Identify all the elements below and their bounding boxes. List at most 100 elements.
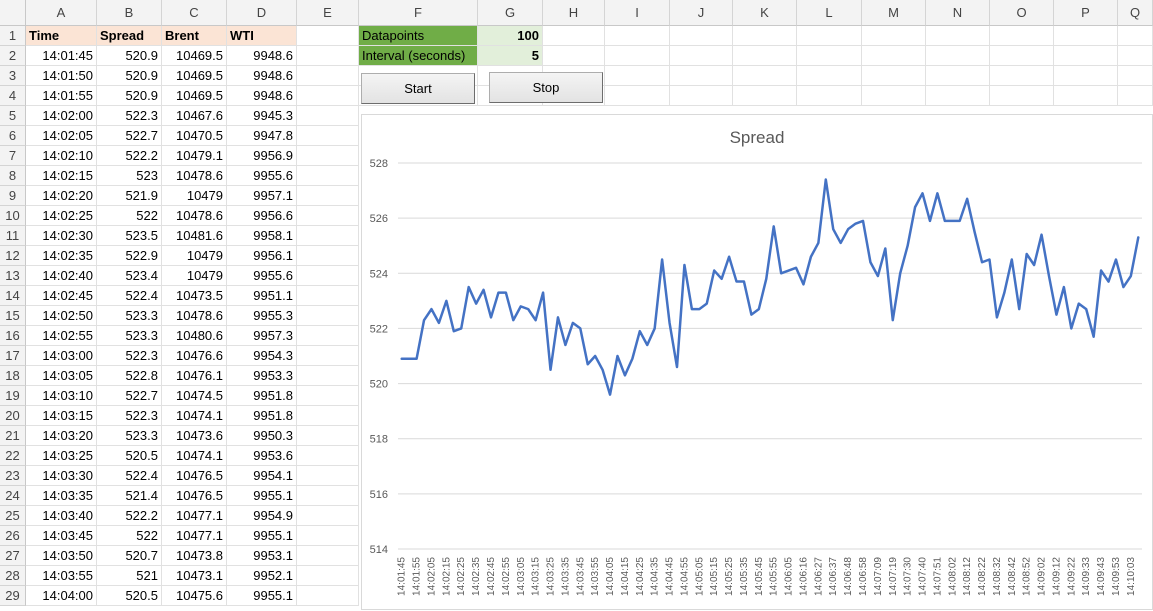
row-header-10[interactable]: 10 [0, 206, 26, 226]
data-cell[interactable]: 523.3 [97, 306, 162, 326]
data-cell[interactable]: 10481.6 [162, 226, 227, 246]
cell-e26[interactable] [297, 526, 359, 546]
row-header-3[interactable]: 3 [0, 66, 26, 86]
cell-e3[interactable] [297, 66, 359, 86]
cell-e18[interactable] [297, 366, 359, 386]
data-cell[interactable]: 521.9 [97, 186, 162, 206]
cell-e23[interactable] [297, 466, 359, 486]
row-header-4[interactable]: 4 [0, 86, 26, 106]
data-cell[interactable]: 14:02:40 [26, 266, 97, 286]
column-header-b[interactable]: B [97, 0, 162, 26]
row-header-5[interactable]: 5 [0, 106, 26, 126]
cell-p3[interactable] [1054, 66, 1118, 86]
data-cell[interactable]: 9956.1 [227, 246, 297, 266]
data-cell[interactable]: 10477.1 [162, 526, 227, 546]
column-header-q[interactable]: Q [1118, 0, 1153, 26]
row-header-28[interactable]: 28 [0, 566, 26, 586]
data-cell[interactable]: 9948.6 [227, 66, 297, 86]
cell-e1[interactable] [297, 26, 359, 46]
cell-q1[interactable] [1118, 26, 1153, 46]
row-header-19[interactable]: 19 [0, 386, 26, 406]
cell-i3[interactable] [605, 66, 670, 86]
data-cell[interactable]: 10475.6 [162, 586, 227, 606]
cell-n3[interactable] [926, 66, 990, 86]
data-cell[interactable]: 10479 [162, 246, 227, 266]
row-header-15[interactable]: 15 [0, 306, 26, 326]
cell-e27[interactable] [297, 546, 359, 566]
data-cell[interactable]: 14:03:45 [26, 526, 97, 546]
data-cell[interactable]: 9954.3 [227, 346, 297, 366]
data-cell[interactable]: 520.7 [97, 546, 162, 566]
data-cell[interactable]: 14:02:50 [26, 306, 97, 326]
data-cell[interactable]: 522.3 [97, 406, 162, 426]
data-cell[interactable]: 9947.8 [227, 126, 297, 146]
column-header-a[interactable]: A [26, 0, 97, 26]
cell-e15[interactable] [297, 306, 359, 326]
data-cell[interactable]: 10469.5 [162, 86, 227, 106]
cell-q2[interactable] [1118, 46, 1153, 66]
data-cell[interactable]: 523.5 [97, 226, 162, 246]
cell-e20[interactable] [297, 406, 359, 426]
cell-l2[interactable] [797, 46, 862, 66]
cell-e25[interactable] [297, 506, 359, 526]
data-cell[interactable]: 10476.5 [162, 466, 227, 486]
param-value-1[interactable]: 5 [478, 46, 543, 66]
data-cell[interactable]: 14:02:15 [26, 166, 97, 186]
cell-m2[interactable] [862, 46, 926, 66]
row-header-25[interactable]: 25 [0, 506, 26, 526]
data-cell[interactable]: 10469.5 [162, 46, 227, 66]
column-header-e[interactable]: E [297, 0, 359, 26]
data-cell[interactable]: 9951.1 [227, 286, 297, 306]
data-cell[interactable]: 520.9 [97, 46, 162, 66]
cell-o4[interactable] [990, 86, 1054, 106]
row-header-14[interactable]: 14 [0, 286, 26, 306]
data-cell[interactable]: 522 [97, 206, 162, 226]
data-cell[interactable]: 522.8 [97, 366, 162, 386]
cell-l4[interactable] [797, 86, 862, 106]
cell-e6[interactable] [297, 126, 359, 146]
data-cell[interactable]: 10474.5 [162, 386, 227, 406]
column-header-f[interactable]: F [359, 0, 478, 26]
row-header-26[interactable]: 26 [0, 526, 26, 546]
data-cell[interactable]: 14:02:20 [26, 186, 97, 206]
data-cell[interactable]: 14:03:15 [26, 406, 97, 426]
data-cell[interactable]: 14:01:50 [26, 66, 97, 86]
data-cell[interactable]: 14:03:50 [26, 546, 97, 566]
cell-e7[interactable] [297, 146, 359, 166]
cell-e29[interactable] [297, 586, 359, 606]
data-cell[interactable]: 14:03:00 [26, 346, 97, 366]
cell-h2[interactable] [543, 46, 605, 66]
data-cell[interactable]: 523.3 [97, 326, 162, 346]
cell-h1[interactable] [543, 26, 605, 46]
data-cell[interactable]: 10477.1 [162, 506, 227, 526]
column-header-k[interactable]: K [733, 0, 797, 26]
param-value-0[interactable]: 100 [478, 26, 543, 46]
start-button[interactable]: Start [361, 73, 475, 104]
row-header-16[interactable]: 16 [0, 326, 26, 346]
data-cell[interactable]: 9955.6 [227, 166, 297, 186]
column-header-o[interactable]: O [990, 0, 1054, 26]
data-cell[interactable]: 522.2 [97, 146, 162, 166]
column-header-h[interactable]: H [543, 0, 605, 26]
cell-e14[interactable] [297, 286, 359, 306]
data-cell[interactable]: 14:01:55 [26, 86, 97, 106]
cell-m4[interactable] [862, 86, 926, 106]
data-cell[interactable]: 14:02:10 [26, 146, 97, 166]
cell-n4[interactable] [926, 86, 990, 106]
data-cell[interactable]: 522.7 [97, 386, 162, 406]
cell-e4[interactable] [297, 86, 359, 106]
param-label-1[interactable]: Interval (seconds) [359, 46, 478, 66]
data-cell[interactable]: 9958.1 [227, 226, 297, 246]
cell-o1[interactable] [990, 26, 1054, 46]
cell-i1[interactable] [605, 26, 670, 46]
data-cell[interactable]: 522.4 [97, 466, 162, 486]
row-header-20[interactable]: 20 [0, 406, 26, 426]
data-cell[interactable]: 9955.3 [227, 306, 297, 326]
cell-j3[interactable] [670, 66, 733, 86]
cell-o3[interactable] [990, 66, 1054, 86]
cell-e9[interactable] [297, 186, 359, 206]
data-cell[interactable]: 10480.6 [162, 326, 227, 346]
header-cell-brent[interactable]: Brent [162, 26, 227, 46]
data-cell[interactable]: 14:04:00 [26, 586, 97, 606]
cell-e12[interactable] [297, 246, 359, 266]
